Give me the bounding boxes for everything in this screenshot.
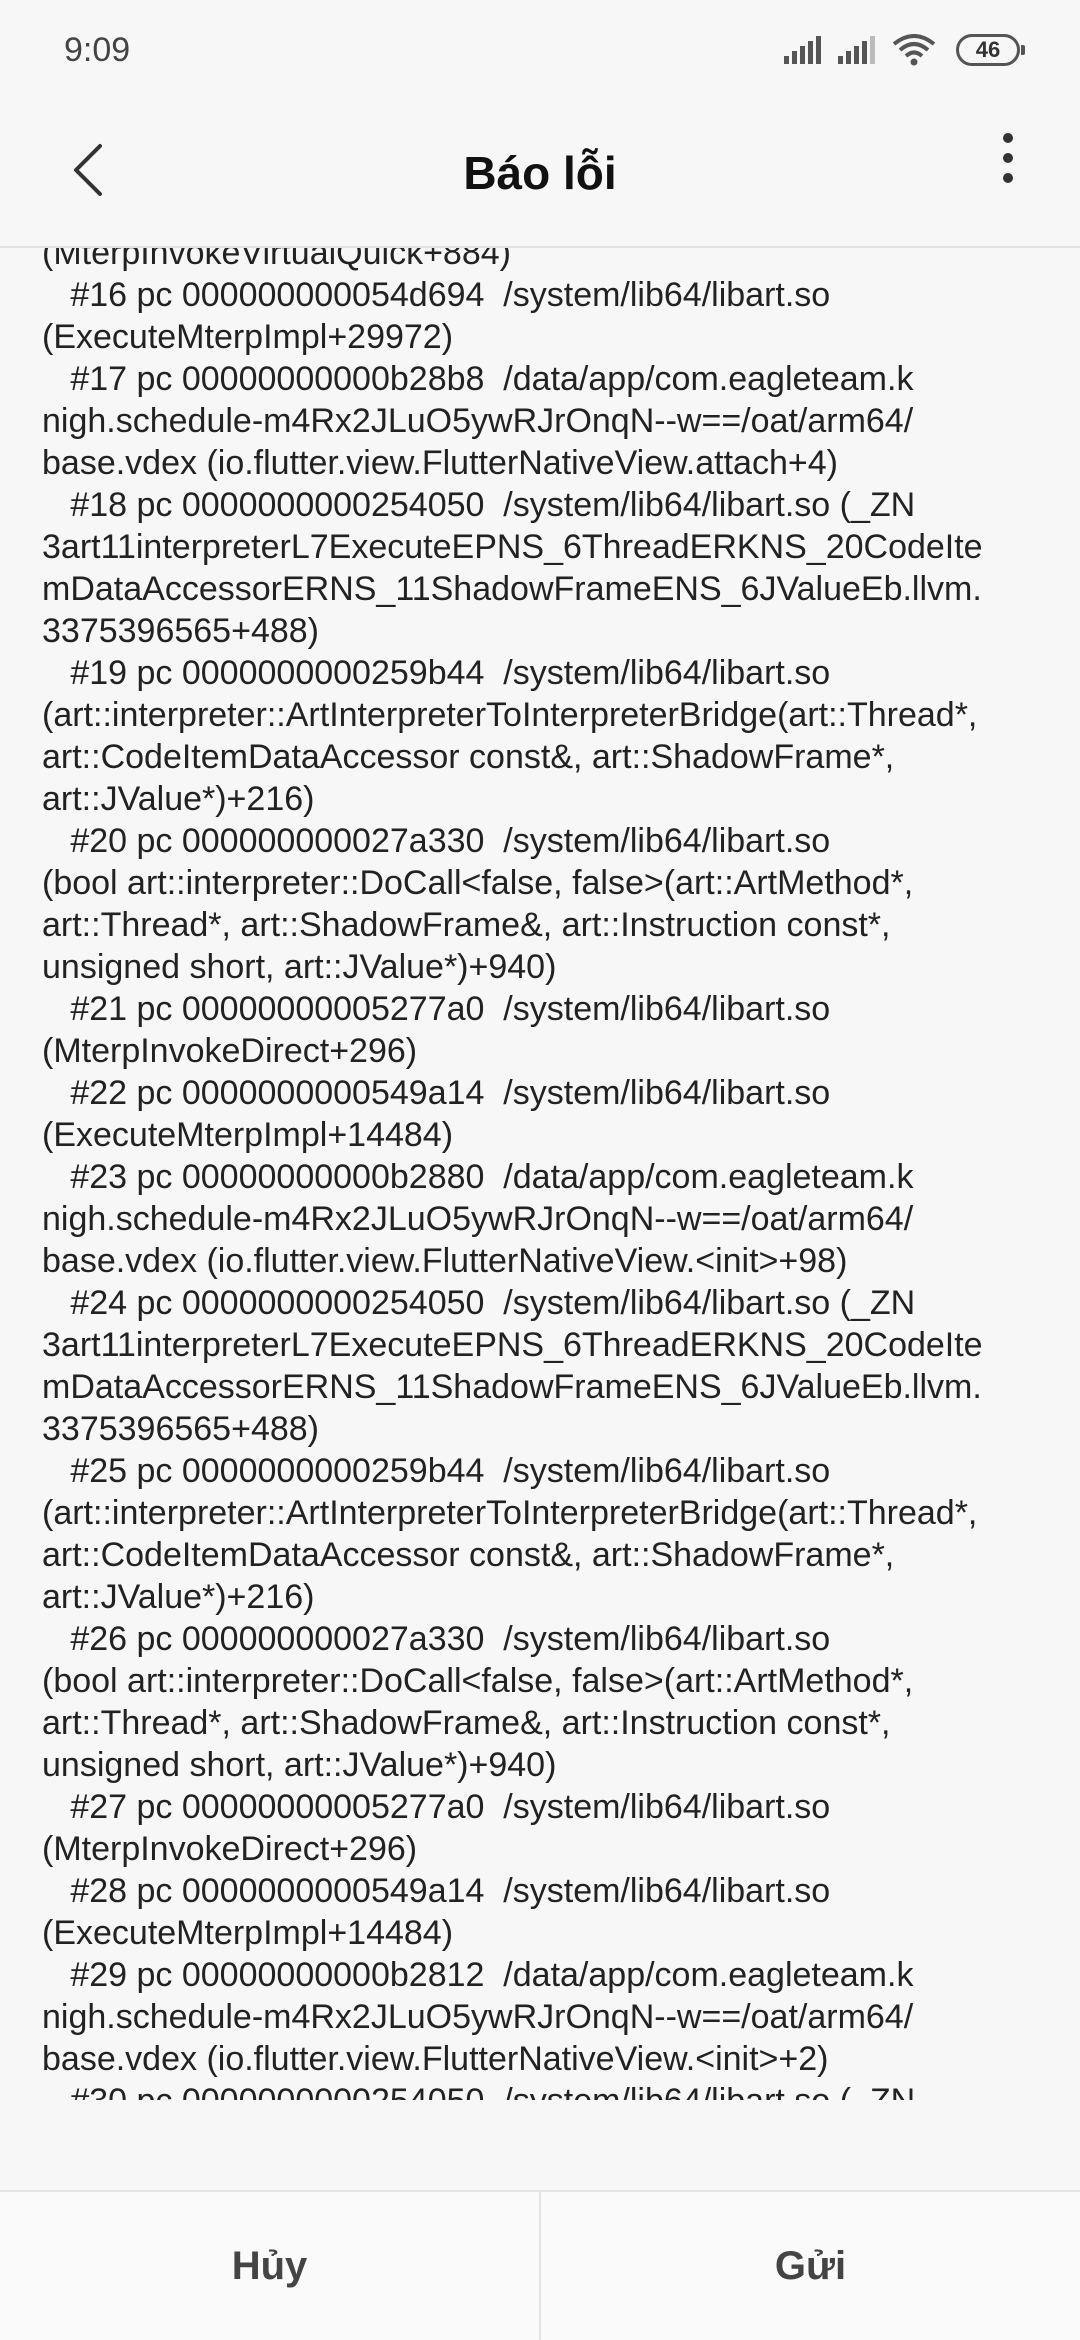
wifi-icon — [892, 34, 936, 66]
cancel-button[interactable]: Hủy — [0, 2192, 539, 2340]
signal-icon-2 — [838, 36, 878, 64]
more-vert-icon — [1000, 132, 1016, 189]
screen: 9:09 46 Báo lỗi (MterpInvokeVirtualQuick… — [0, 0, 1080, 2340]
status-time: 9:09 — [64, 30, 131, 69]
signal-icon — [784, 36, 824, 64]
app-bar: Báo lỗi — [0, 100, 1080, 248]
page-title: Báo lỗi — [463, 147, 617, 199]
battery-icon: 46 — [956, 34, 1025, 66]
more-options-button[interactable] — [976, 128, 1040, 192]
status-bar: 9:09 46 — [0, 0, 1080, 100]
log-text: (MterpInvokeVirtualQuick+884) #16 pc 000… — [42, 248, 983, 2100]
status-icons: 46 — [784, 34, 1025, 66]
send-button[interactable]: Gửi — [541, 2192, 1080, 2340]
log-scroll-area[interactable]: (MterpInvokeVirtualQuick+884) #16 pc 000… — [0, 248, 1080, 2100]
bottom-action-bar: Hủy Gửi — [0, 2190, 1080, 2340]
